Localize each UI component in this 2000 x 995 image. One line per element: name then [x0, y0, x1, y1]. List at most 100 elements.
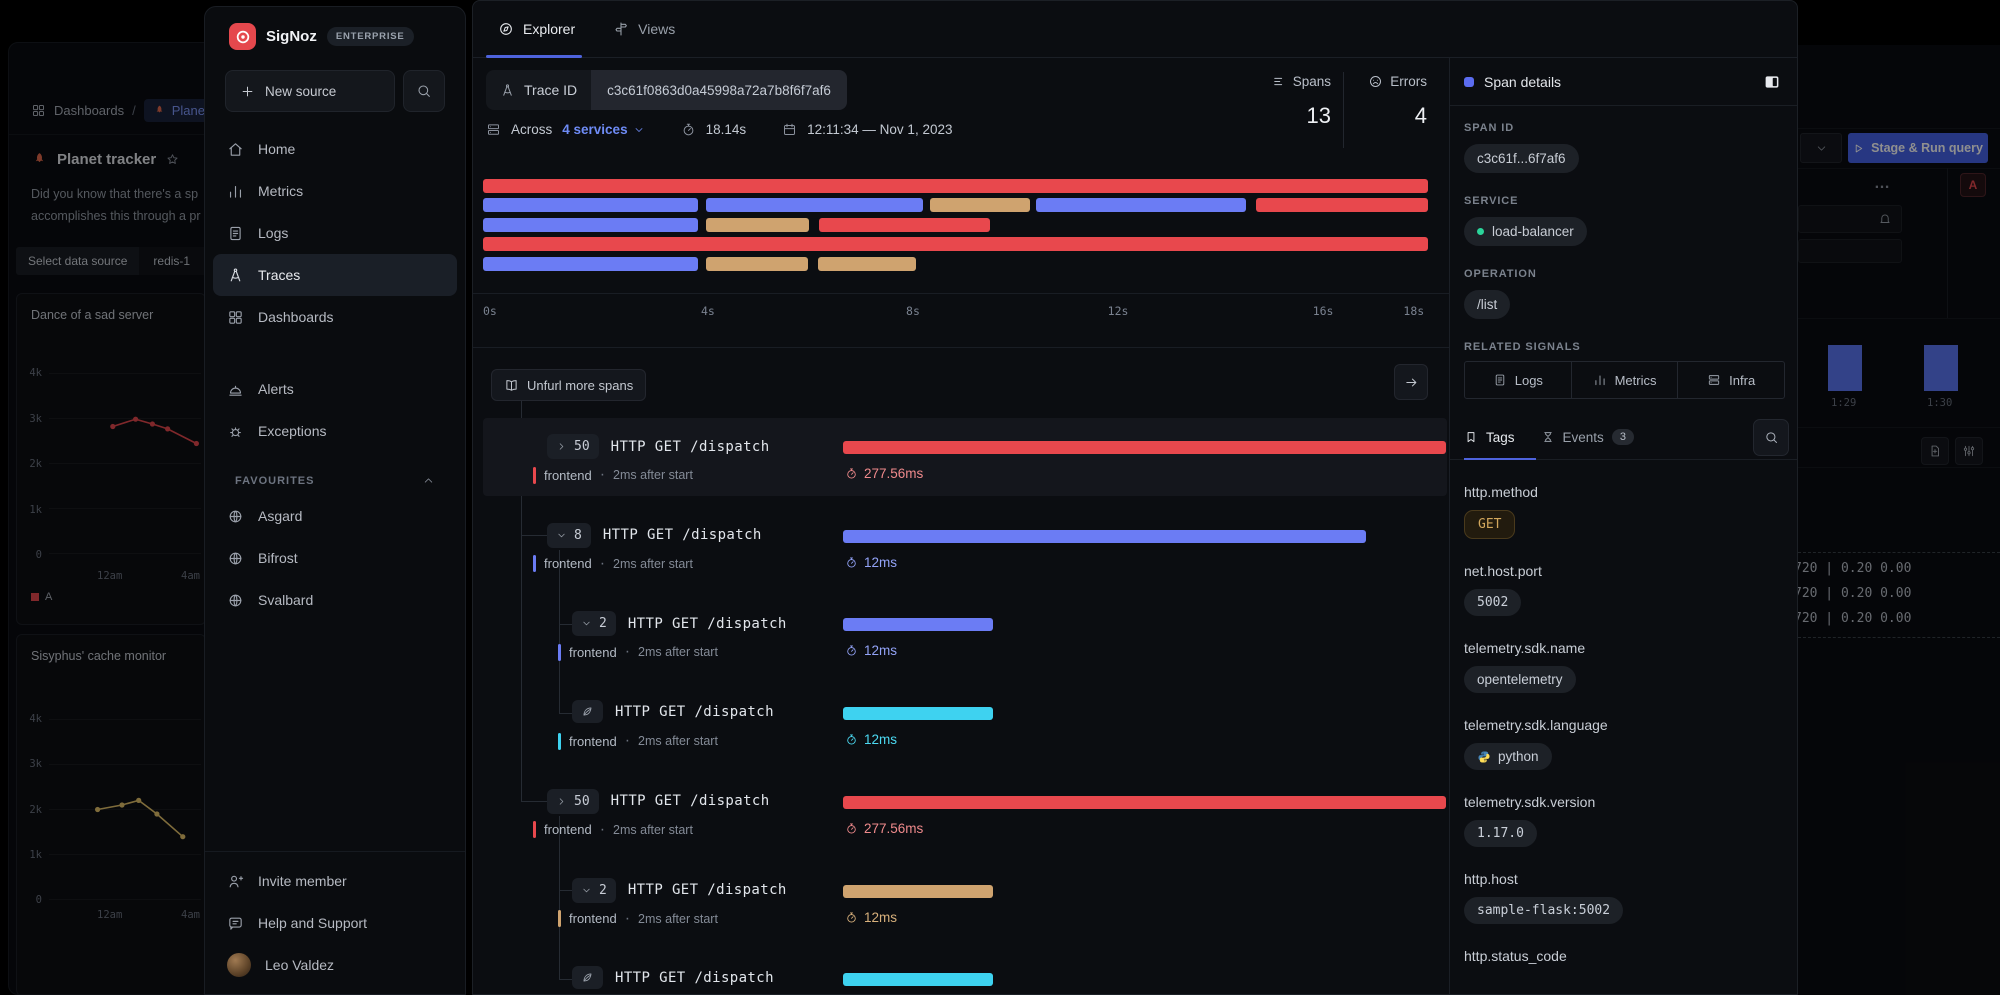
operation-chip[interactable]: /list: [1464, 290, 1510, 319]
sidebar-item-traces[interactable]: Traces: [213, 254, 457, 296]
span-row[interactable]: 8HTTP GET /dispatch12msfrontend·2ms afte…: [473, 513, 1449, 593]
span-row[interactable]: HTTP GET /dispatch12msfrontend·2ms after…: [473, 690, 1449, 770]
span-row[interactable]: 2HTTP GET /dispatch12msfrontend·2ms afte…: [473, 868, 1449, 948]
service-label: SERVICE: [1464, 195, 1785, 207]
tag-value-chip[interactable]: 5002: [1464, 589, 1521, 616]
sidebar-item-bifrost[interactable]: Bifrost: [213, 537, 457, 579]
related-infra-button[interactable]: Infra: [1677, 362, 1784, 398]
span-id-chip[interactable]: c3c61f...6f7af6: [1464, 144, 1579, 173]
tab-bar: Explorer Views: [473, 1, 1797, 58]
span-duration-bar[interactable]: [843, 530, 1366, 543]
minimap-span-bar[interactable]: [930, 198, 1030, 212]
span-row[interactable]: 50HTTP GET /dispatch277.56msfrontend·2ms…: [473, 424, 1449, 504]
sidebar-item-exceptions[interactable]: Exceptions: [213, 410, 457, 452]
traces-compass-icon: [227, 267, 244, 284]
tag-key: net.host.port: [1464, 563, 1785, 579]
time-axis-tick: 18s: [1403, 304, 1424, 318]
tag-value-chip[interactable]: opentelemetry: [1464, 666, 1576, 693]
span-offset: 2ms after start: [638, 645, 718, 659]
signpost-icon: [613, 21, 629, 37]
tag-key: http.status_code: [1464, 948, 1785, 964]
minimap-span-bar[interactable]: [483, 257, 698, 271]
server-icon: [1707, 373, 1721, 387]
collapse-panel-icon[interactable]: [1759, 70, 1785, 94]
tab-tags[interactable]: Tags: [1464, 415, 1515, 459]
expand-toggle-chip[interactable]: 50: [547, 434, 599, 459]
sidebar-search-button[interactable]: [403, 70, 445, 112]
minimap-span-bar[interactable]: [1036, 198, 1246, 212]
span-row[interactable]: 2HTTP GET /dispatch12msfrontend·2ms afte…: [473, 601, 1449, 681]
active-tab-underline: [1464, 458, 1536, 461]
tag-value-chip[interactable]: 1.17.0: [1464, 820, 1537, 847]
sidebar-item-home[interactable]: Home: [213, 128, 457, 170]
related-signals-label: RELATED SIGNALS: [1464, 341, 1785, 353]
chat-bubble-icon: [227, 915, 244, 932]
minimap-span-bar[interactable]: [706, 198, 923, 212]
help-support-button[interactable]: Help and Support: [213, 902, 457, 944]
tags-search-button[interactable]: [1753, 419, 1789, 456]
chevron-up-icon[interactable]: [422, 474, 435, 487]
expand-toggle-chip[interactable]: 2: [572, 611, 616, 636]
service-color-accent: [533, 555, 536, 572]
span-id-label: SPAN ID: [1464, 122, 1785, 134]
expand-toggle-chip[interactable]: 2: [572, 878, 616, 903]
unfurl-more-spans-button[interactable]: Unfurl more spans: [491, 369, 646, 401]
open-book-icon: [504, 378, 519, 393]
trace-minimap: [483, 179, 1428, 275]
span-row[interactable]: HTTP GET /dispatch12msfrontend·2ms after…: [473, 956, 1449, 995]
leaf-span-icon: [572, 700, 603, 723]
minimap-span-bar[interactable]: [819, 218, 989, 232]
sidebar-item-asgard[interactable]: Asgard: [213, 495, 457, 537]
new-source-button[interactable]: New source: [225, 70, 395, 112]
minimap-span-bar[interactable]: [483, 237, 1428, 251]
span-title: HTTP GET /dispatch: [628, 616, 787, 632]
tag-value-chip[interactable]: sample-flask:5002: [1464, 897, 1623, 924]
blue-square-bullet-icon: [1464, 77, 1474, 87]
sidebar-item-dashboards[interactable]: Dashboards: [213, 296, 457, 338]
service-status-dot: [1477, 228, 1484, 235]
related-logs-button[interactable]: Logs: [1465, 362, 1571, 398]
related-metrics-button[interactable]: Metrics: [1571, 362, 1678, 398]
scroll-right-button[interactable]: [1394, 364, 1428, 400]
minimap-span-bar[interactable]: [706, 257, 808, 271]
trace-id-value[interactable]: c3c61f0863d0a45998a72a7b8f6f7af6: [591, 70, 847, 110]
span-duration-bar[interactable]: [843, 707, 993, 720]
tab-views[interactable]: Views: [601, 1, 687, 57]
globe-icon: [227, 592, 244, 609]
tag-key: telemetry.sdk.name: [1464, 640, 1785, 656]
minimap-span-bar[interactable]: [483, 198, 698, 212]
span-duration-bar[interactable]: [843, 885, 993, 898]
tag-key: http.method: [1464, 484, 1785, 500]
span-duration-bar[interactable]: [843, 618, 993, 631]
expand-toggle-chip[interactable]: 8: [547, 523, 591, 548]
span-service-line: frontend·2ms after start: [558, 643, 718, 661]
sidebar-item-metrics[interactable]: Metrics: [213, 170, 457, 212]
person-plus-icon: [227, 873, 244, 890]
services-dropdown[interactable]: 4 services: [562, 122, 644, 137]
span-duration-bar[interactable]: [843, 973, 993, 986]
span-row[interactable]: 50HTTP GET /dispatch277.56msfrontend·2ms…: [473, 779, 1449, 859]
minimap-span-bar[interactable]: [706, 218, 809, 232]
span-duration-bar[interactable]: [843, 441, 1446, 454]
tag-value-chip[interactable]: python: [1464, 743, 1552, 770]
invite-member-button[interactable]: Invite member: [213, 860, 457, 902]
minimap-span-bar[interactable]: [1256, 198, 1428, 212]
service-chip[interactable]: load-balancer: [1464, 217, 1587, 246]
tag-value-chip[interactable]: GET: [1464, 510, 1515, 539]
minimap-span-bar[interactable]: [818, 257, 915, 271]
expand-toggle-chip[interactable]: 50: [547, 789, 599, 814]
tag-key: http.host: [1464, 871, 1785, 887]
minimap-span-bar[interactable]: [483, 218, 698, 232]
tab-explorer[interactable]: Explorer: [486, 1, 587, 57]
span-duration-bar[interactable]: [843, 796, 1446, 809]
trace-explorer-modal: Explorer Views Trace ID c3c61f0863d0a459…: [472, 0, 1798, 995]
trace-duration: 18.14s: [706, 122, 747, 137]
sidebar-item-logs[interactable]: Logs: [213, 212, 457, 254]
user-menu[interactable]: Leo Valdez: [213, 944, 457, 986]
services-stack-icon: [486, 122, 501, 137]
errors-stat: Errors 4: [1368, 74, 1427, 129]
minimap-span-bar[interactable]: [483, 179, 1428, 193]
sidebar-item-svalbard[interactable]: Svalbard: [213, 579, 457, 621]
sidebar-item-alerts[interactable]: Alerts: [213, 368, 457, 410]
tab-events[interactable]: Events 3: [1541, 415, 1634, 459]
